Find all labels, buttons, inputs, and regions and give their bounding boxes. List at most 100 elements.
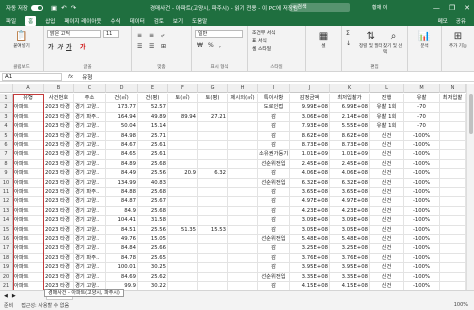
table-cell[interactable]: 25.71 [138, 131, 168, 141]
table-cell[interactable]: 84.9 [106, 206, 138, 217]
table-cell[interactable] [440, 150, 466, 160]
table-cell[interactable] [168, 188, 198, 198]
row-header[interactable]: 17 [0, 244, 13, 254]
font-color-icon[interactable]: 가 [80, 42, 86, 51]
table-header-cell[interactable]: 유형 [13, 94, 44, 104]
table-cell[interactable] [168, 253, 198, 264]
undo-icon[interactable]: ↶ [61, 4, 66, 12]
table-cell[interactable]: 경기 고양.. [74, 178, 106, 188]
table-header-cell[interactable]: 건(평) [138, 94, 168, 104]
align-center-icon[interactable]: ☰ [149, 43, 154, 50]
table-cell[interactable]: 51.35 [168, 225, 198, 235]
row-header[interactable]: 20 [0, 272, 13, 282]
column-header[interactable]: L [370, 84, 404, 93]
table-cell[interactable]: 신건 [370, 169, 404, 179]
table-cell[interactable]: 31.58 [138, 216, 168, 226]
table-cell[interactable] [440, 253, 466, 264]
row-header[interactable]: 11 [0, 188, 13, 198]
menu-data[interactable]: 데이터 [130, 17, 145, 25]
table-cell[interactable]: 아파트 [13, 178, 44, 188]
table-cell[interactable]: 2023 타경 [44, 103, 74, 113]
table-header-cell[interactable]: 토(평) [198, 94, 228, 104]
table-header-cell[interactable]: 진행 [370, 94, 404, 104]
table-cell[interactable]: 감 [258, 197, 290, 207]
table-cell[interactable]: 경기 고양.. [74, 225, 106, 235]
table-cell[interactable]: 아파트 [13, 169, 44, 179]
table-cell[interactable] [228, 150, 258, 160]
table-cell[interactable]: 2023 타경 [44, 272, 74, 282]
table-cell[interactable]: 경기 파주.. [74, 253, 106, 264]
next-sheet-icon[interactable]: ▶ [12, 293, 16, 299]
table-cell[interactable]: -100% [404, 159, 440, 170]
prev-sheet-icon[interactable]: ◀ [4, 293, 8, 299]
table-cell[interactable]: 25.66 [138, 244, 168, 254]
table-cell[interactable]: 경기 고양.. [74, 197, 106, 207]
table-cell[interactable]: 2023 타경 [44, 141, 74, 151]
menu-file[interactable]: 파일 [6, 17, 16, 25]
table-cell[interactable]: 2023 타경 [44, 235, 74, 245]
table-cell[interactable]: 2023 타경 [44, 225, 74, 235]
table-cell[interactable]: 소유권가등기 [258, 150, 290, 160]
row-header[interactable]: 9 [0, 169, 13, 179]
conditional-format-button[interactable]: 조건부 서식 [252, 29, 276, 36]
table-cell[interactable] [168, 235, 198, 245]
table-cell[interactable] [440, 122, 466, 132]
table-cell[interactable]: -100% [404, 141, 440, 151]
table-cell[interactable]: 경기 파주.. [74, 112, 106, 123]
align-top-icon[interactable]: ≡ [137, 32, 142, 39]
table-cell[interactable]: 3.95E+08 [290, 263, 330, 273]
table-cell[interactable]: 신건 [370, 235, 404, 245]
table-cell[interactable] [228, 103, 258, 113]
paste-button[interactable]: 📋 붙여넣기 [3, 29, 40, 50]
table-cell[interactable]: 6.32 [198, 169, 228, 179]
table-cell[interactable]: 2023 타경 [44, 253, 74, 264]
table-cell[interactable] [168, 263, 198, 273]
table-cell[interactable]: 3.95E+08 [330, 263, 370, 273]
table-cell[interactable] [168, 206, 198, 217]
table-cell[interactable] [198, 235, 228, 245]
table-cell[interactable] [440, 244, 466, 254]
table-cell[interactable]: 2023 타경 [44, 112, 74, 123]
row-header[interactable]: 6 [0, 141, 13, 151]
percent-icon[interactable]: % [208, 42, 214, 49]
table-cell[interactable]: 2023 타경 [44, 216, 74, 226]
table-cell[interactable]: -100% [404, 178, 440, 188]
table-cell[interactable]: -100% [404, 235, 440, 245]
table-cell[interactable]: 경기 고양.. [74, 272, 106, 282]
table-cell[interactable] [198, 263, 228, 273]
table-cell[interactable]: 아파트 [13, 272, 44, 282]
table-cell[interactable]: 2.14E+08 [330, 112, 370, 123]
table-cell[interactable]: 감 [258, 206, 290, 217]
table-cell[interactable]: 4.23E+08 [330, 206, 370, 217]
table-header-cell[interactable]: 토(㎡) [168, 94, 198, 104]
table-cell[interactable]: 25.67 [138, 197, 168, 207]
table-cell[interactable]: 8.62E+08 [290, 131, 330, 141]
table-cell[interactable]: 3.25E+08 [290, 244, 330, 254]
font-size-select[interactable]: 11 [103, 30, 119, 38]
table-cell[interactable]: 25.68 [138, 206, 168, 217]
table-cell[interactable]: 아파트 [13, 263, 44, 273]
table-cell[interactable]: 50.04 [106, 122, 138, 132]
table-cell[interactable]: 84.69 [106, 272, 138, 282]
table-cell[interactable] [168, 244, 198, 254]
table-cell[interactable] [198, 244, 228, 254]
table-cell[interactable] [440, 235, 466, 245]
table-cell[interactable]: 27.21 [198, 112, 228, 123]
table-cell[interactable]: 25.56 [138, 169, 168, 179]
underline-icon[interactable]: 가 [66, 42, 72, 51]
column-header[interactable]: F [168, 84, 198, 93]
table-cell[interactable]: 감 [258, 141, 290, 151]
table-cell[interactable]: 8.62E+08 [330, 131, 370, 141]
table-cell[interactable] [198, 206, 228, 217]
table-header-cell[interactable]: 최저입찰가 [330, 94, 370, 104]
row-header[interactable]: 13 [0, 206, 13, 217]
analyze-data-button[interactable]: 📊 분석 [411, 29, 438, 50]
table-cell[interactable] [440, 159, 466, 170]
row-header[interactable]: 4 [0, 122, 13, 132]
table-cell[interactable] [228, 253, 258, 264]
table-cell[interactable] [228, 272, 258, 282]
table-cell[interactable]: 아파트 [13, 112, 44, 123]
table-cell[interactable]: 30.25 [138, 263, 168, 273]
table-cell[interactable]: 아파트 [13, 141, 44, 151]
table-cell[interactable] [168, 103, 198, 113]
